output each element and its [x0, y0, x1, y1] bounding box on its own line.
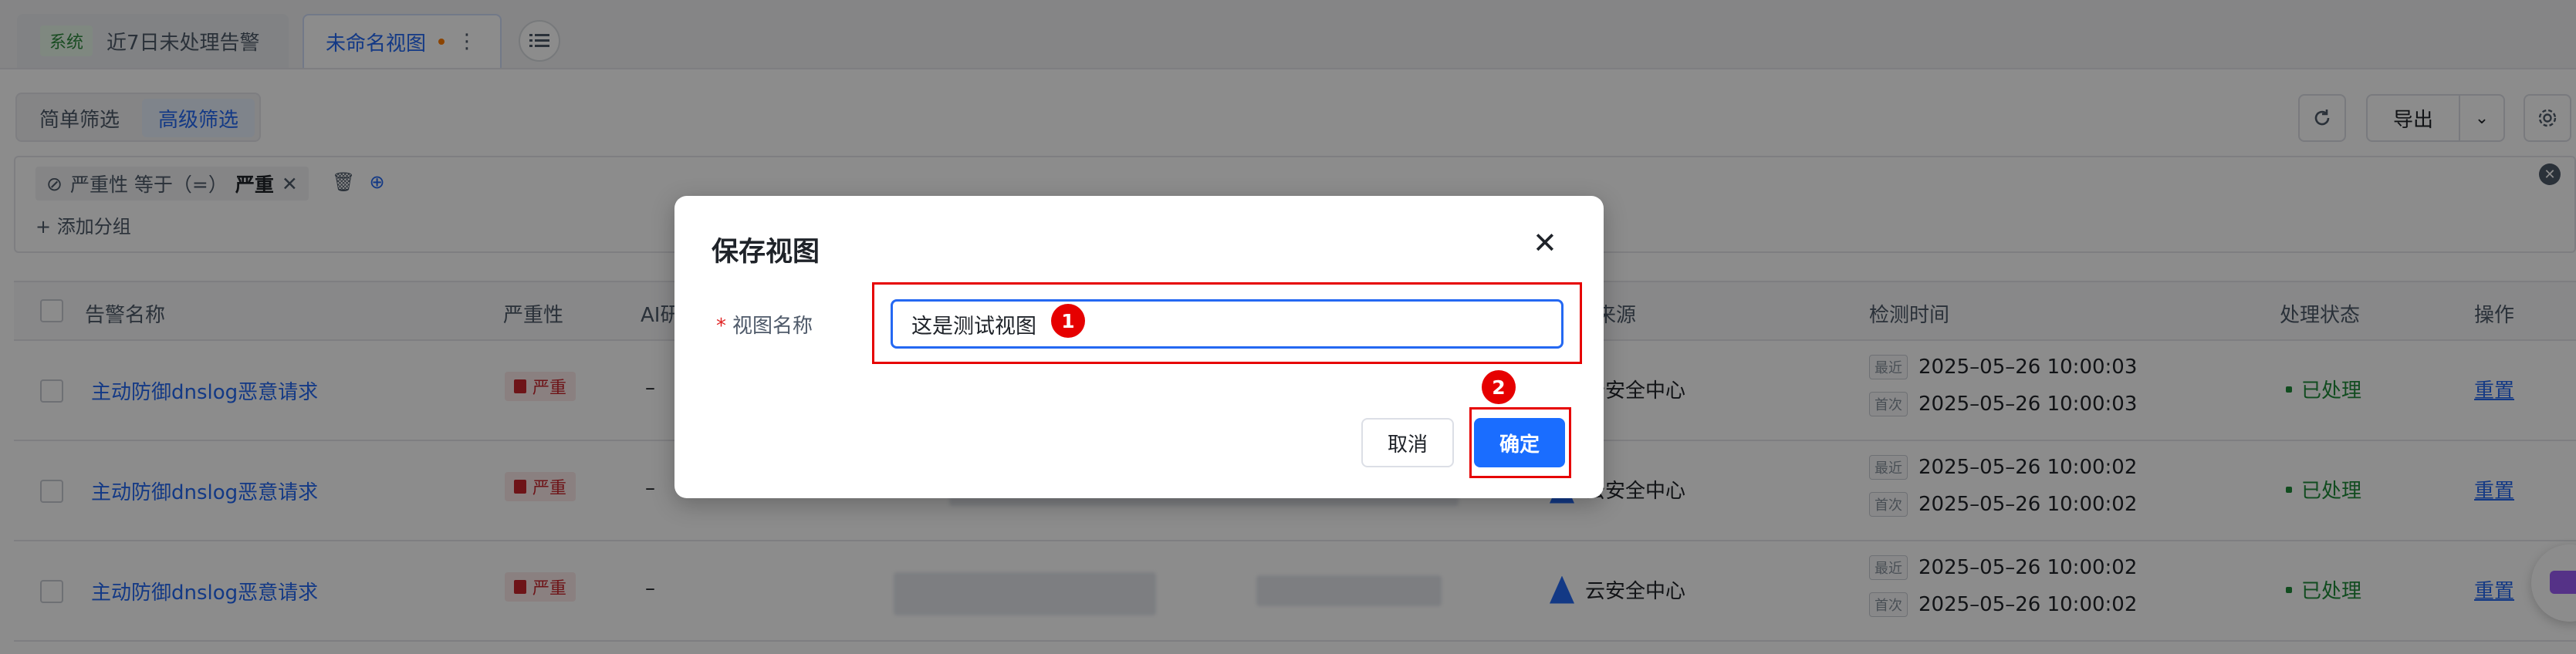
cancel-button[interactable]: 取消: [1361, 418, 1454, 467]
step-marker-2: 2: [1482, 370, 1516, 404]
view-name-label: * 视图名称: [716, 310, 813, 339]
field-label-text: 视图名称: [732, 315, 813, 338]
dialog-title: 保存视图: [712, 237, 820, 268]
highlight-box-confirm: [1469, 407, 1571, 478]
required-mark: *: [716, 315, 726, 338]
close-icon[interactable]: ✕: [1533, 228, 1557, 258]
save-view-dialog: 保存视图 ✕ *视图名称 1 取消 确定 2: [674, 196, 1604, 498]
step-marker-1: 1: [1051, 304, 1085, 338]
highlight-box-input: [872, 282, 1582, 364]
